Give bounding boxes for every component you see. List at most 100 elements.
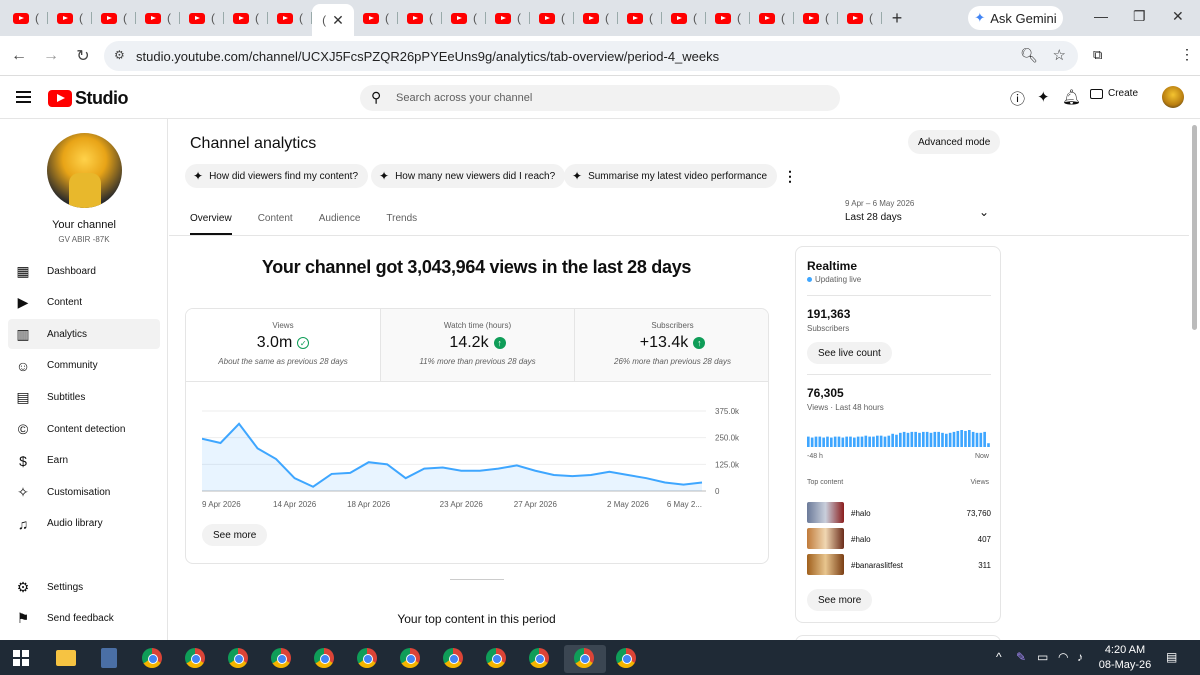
minimize-button[interactable]: — (1094, 8, 1108, 24)
wifi-icon[interactable]: ◠ (1058, 650, 1068, 664)
chrome-taskbar-icon[interactable] (443, 648, 463, 668)
realtime-hour-bar[interactable] (845, 436, 848, 447)
chrome-taskbar-icon[interactable] (271, 648, 291, 668)
tab-content[interactable]: Content (258, 213, 293, 235)
realtime-hour-bar[interactable] (914, 431, 917, 447)
browser-tab[interactable]: ( (442, 4, 486, 32)
chrome-taskbar-icon[interactable] (228, 648, 248, 668)
realtime-hour-bar[interactable] (814, 436, 818, 447)
realtime-hour-bar[interactable] (975, 432, 979, 447)
chrome-taskbar-icon[interactable] (185, 648, 205, 668)
realtime-hour-bar[interactable] (876, 435, 879, 447)
realtime-hour-bar[interactable] (933, 431, 937, 447)
chrome-taskbar-icon[interactable] (529, 648, 549, 668)
sidebar-item-earn[interactable]: $ Earn (8, 446, 160, 476)
browser-tab[interactable]: ( (4, 4, 48, 32)
url-bar[interactable]: ⚙ studio.youtube.com/channel/UCXJ5FcsPZQ… (104, 41, 1078, 71)
browser-tab[interactable]: ( (750, 4, 794, 32)
realtime-hour-bar[interactable] (807, 436, 810, 447)
see-live-count-button[interactable]: See live count (807, 342, 892, 364)
chrome-taskbar-icon[interactable] (314, 648, 334, 668)
realtime-hour-bar[interactable] (960, 430, 963, 447)
tab-overview[interactable]: Overview (190, 213, 232, 235)
top-content-row[interactable]: #banaraslitfest 311 (807, 554, 991, 576)
realtime-hour-bar[interactable] (864, 435, 868, 447)
sidebar-item-community[interactable]: ☺ Community (8, 351, 160, 381)
browser-tab[interactable]: ( (574, 4, 618, 32)
help-icon[interactable]: ⓘ (1010, 88, 1025, 109)
realtime-hour-bar[interactable] (860, 436, 864, 447)
browser-menu-icon[interactable]: ⋮ (1180, 46, 1194, 63)
realtime-hour-bar[interactable] (837, 436, 841, 447)
top-content-row[interactable]: #halo 407 (807, 528, 991, 550)
realtime-hour-bar[interactable] (841, 437, 845, 447)
chrome-taskbar-icon[interactable] (486, 648, 506, 668)
reading-mode-icon[interactable]: ⧉ (1093, 47, 1102, 63)
bookmark-star-icon[interactable]: ☆ (1053, 46, 1066, 64)
realtime-hour-bar[interactable] (983, 431, 986, 447)
volume-icon[interactable]: ♪ (1077, 650, 1083, 664)
realtime-hour-bar[interactable] (941, 432, 944, 447)
file-explorer-icon[interactable] (56, 650, 76, 666)
realtime-hour-bar[interactable] (956, 430, 960, 447)
realtime-hour-bar[interactable] (952, 431, 956, 447)
sidebar-item-dashboard[interactable]: ▦ Dashboard (8, 256, 160, 286)
browser-tab[interactable]: ( (92, 4, 136, 32)
realtime-bar-chart[interactable] (807, 427, 991, 447)
sidebar-item-send-feedback[interactable]: ⚑ Send feedback (8, 603, 160, 633)
browser-tab[interactable]: ( (618, 4, 662, 32)
chrome-taskbar-icon[interactable] (400, 648, 420, 668)
sparkle-icon[interactable]: ✦ (1037, 88, 1050, 106)
realtime-hour-bar[interactable] (853, 437, 856, 447)
windows-start-icon[interactable] (13, 650, 29, 666)
account-avatar[interactable] (1162, 86, 1184, 108)
ask-chip-viewers-find[interactable]: ✦ How did viewers find my content? (185, 164, 369, 188)
chevron-down-icon[interactable]: ⌄ (979, 205, 989, 219)
realtime-hour-bar[interactable] (948, 432, 952, 447)
realtime-hour-bar[interactable] (810, 437, 814, 447)
ask-chip-summarise[interactable]: ✦ Summarise my latest video performance (564, 164, 778, 188)
tab-trends[interactable]: Trends (386, 213, 417, 235)
browser-tab[interactable]: ( (180, 4, 224, 32)
browser-tab[interactable]: ( (838, 4, 882, 32)
browser-tab[interactable]: ( (662, 4, 706, 32)
browser-tab[interactable]: ( (706, 4, 750, 32)
metric-subscribers[interactable]: Subscribers +13.4k ↑ 26% more than previo… (574, 309, 768, 381)
system-clock[interactable]: 4:20 AM 08-May-26 (1098, 643, 1152, 673)
realtime-hour-bar[interactable] (929, 432, 933, 447)
metric-watch-time[interactable]: Watch time (hours) 14.2k ↑ 11% more than … (380, 309, 574, 381)
channel-search-input[interactable]: ⚲ Search across your channel (360, 85, 840, 111)
restore-button[interactable]: ❐ (1133, 8, 1146, 25)
zoom-icon[interactable]: 🔍︎ (1020, 47, 1038, 64)
site-settings-icon[interactable]: ⚙ (114, 48, 125, 62)
date-range-text[interactable]: 9 Apr – 6 May 2026 (845, 199, 914, 208)
sidebar-item-customisation[interactable]: ✧ Customisation (8, 477, 160, 507)
realtime-hour-bar[interactable] (899, 432, 902, 447)
hamburger-menu-icon[interactable] (16, 91, 31, 103)
realtime-hour-bar[interactable] (826, 436, 829, 447)
realtime-hour-bar[interactable] (937, 431, 940, 447)
ask-chip-new-viewers[interactable]: ✦ How many new viewers did I reach? (371, 164, 566, 188)
pen-icon[interactable]: ✎ (1016, 650, 1026, 664)
realtime-hour-bar[interactable] (922, 431, 925, 447)
sidebar-item-subtitles[interactable]: ▤ Subtitles (8, 382, 160, 412)
ask-gemini-button[interactable]: ✦ Ask Gemini (968, 6, 1063, 30)
close-window-button[interactable]: ✕ (1172, 8, 1184, 25)
notifications-icon[interactable]: ▤ (1166, 650, 1177, 664)
tab-audience[interactable]: Audience (319, 213, 361, 235)
create-button[interactable]: Create (1090, 88, 1138, 99)
realtime-hour-bar[interactable] (945, 433, 948, 447)
browser-tab[interactable]: ( (530, 4, 574, 32)
realtime-hour-bar[interactable] (891, 433, 894, 447)
tray-chevron-up-icon[interactable]: ^ (996, 650, 1002, 664)
sidebar-item-content[interactable]: ▶ Content (8, 288, 160, 318)
realtime-hour-bar[interactable] (902, 431, 906, 447)
back-icon[interactable]: ← (6, 47, 32, 65)
reload-icon[interactable]: ↻ (70, 46, 96, 66)
advanced-mode-button[interactable]: Advanced mode (908, 130, 1001, 154)
browser-tab-active[interactable]: (✕ (312, 4, 354, 36)
browser-tab[interactable]: ( (354, 4, 398, 32)
realtime-hour-bar[interactable] (822, 437, 825, 447)
new-tab-button[interactable]: + (882, 8, 912, 29)
metric-views[interactable]: Views 3.0m ✓ About the same as previous 2… (186, 309, 380, 381)
